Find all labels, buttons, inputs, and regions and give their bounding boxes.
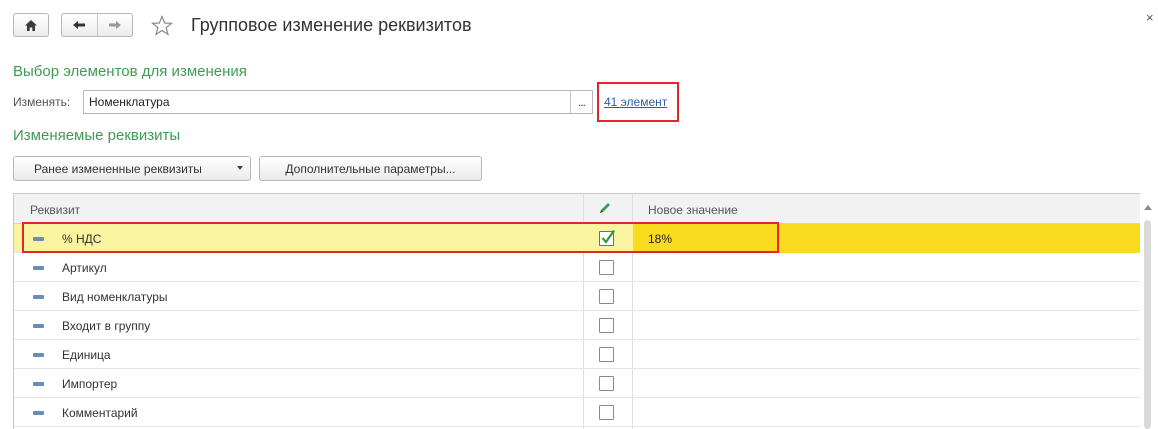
table-row[interactable]: Вид номенклатуры [14,282,1141,311]
forward-button[interactable] [96,14,133,36]
close-button[interactable]: × [1146,10,1154,25]
additional-parameters-button[interactable]: Дополнительные параметры... [259,156,482,181]
attribute-name: Комментарий [62,406,138,420]
elements-count-link[interactable]: 41 элемент [604,95,667,109]
change-object-field[interactable]: Номенклатура ... [83,90,593,114]
attribute-name: Импортер [62,377,118,391]
table-row[interactable]: Единица [14,340,1141,369]
column-header-new-value[interactable]: Новое значение [648,203,738,217]
arrow-right-icon [108,21,121,29]
change-checkbox[interactable] [599,347,614,362]
additional-parameters-label: Дополнительные параметры... [285,161,456,176]
table-header: Реквизит Новое значение [14,194,1154,224]
change-checkbox[interactable] [599,405,614,420]
table-body: % НДС 18% Артикул Вид номенклатуры Входи… [14,224,1141,427]
previously-changed-label: Ранее измененные реквизиты [34,161,202,176]
attributes-heading: Изменяемые реквизиты [13,127,181,144]
attribute-icon [33,353,44,357]
attribute-name: Входит в группу [62,319,151,333]
scrollbar-thumb[interactable] [1144,220,1151,429]
vertical-scrollbar[interactable] [1140,193,1156,429]
dropdown-arrow-icon [237,166,243,170]
change-checkbox[interactable] [599,260,614,275]
history-navigation [61,13,133,37]
home-icon [25,19,37,31]
star-icon[interactable] [150,14,174,38]
attribute-icon [33,266,44,270]
pencil-icon [600,203,610,213]
attribute-name: Вид номенклатуры [62,290,168,304]
title-bar: Групповое изменение реквизитов × [0,0,1158,52]
select-button[interactable]: ... [570,91,592,113]
selection-heading: Выбор элементов для изменения [13,63,247,80]
window-title: Групповое изменение реквизитов [191,15,472,35]
table-row[interactable]: Входит в группу [14,311,1141,340]
selected-row-highlight [22,222,779,253]
home-button[interactable] [13,13,49,37]
table-row[interactable]: Импортер [14,369,1141,398]
arrow-left-icon [73,21,86,29]
table-row[interactable]: Комментарий [14,398,1141,427]
attribute-name: Единица [62,348,111,362]
change-checkbox[interactable] [599,318,614,333]
change-label: Изменять: [13,95,71,109]
table-row[interactable]: Артикул [14,253,1141,282]
change-checkbox[interactable] [599,289,614,304]
attribute-name: Артикул [62,261,107,275]
attribute-icon [33,295,44,299]
attribute-icon [33,382,44,386]
back-button[interactable] [62,14,97,36]
change-checkbox[interactable] [599,376,614,391]
column-header-attribute[interactable]: Реквизит [30,203,80,217]
previously-changed-button[interactable]: Ранее измененные реквизиты [13,156,251,181]
attribute-icon [33,411,44,415]
change-object-value[interactable]: Номенклатура [89,95,170,109]
scroll-up-icon[interactable] [1144,205,1152,210]
attribute-icon [33,324,44,328]
